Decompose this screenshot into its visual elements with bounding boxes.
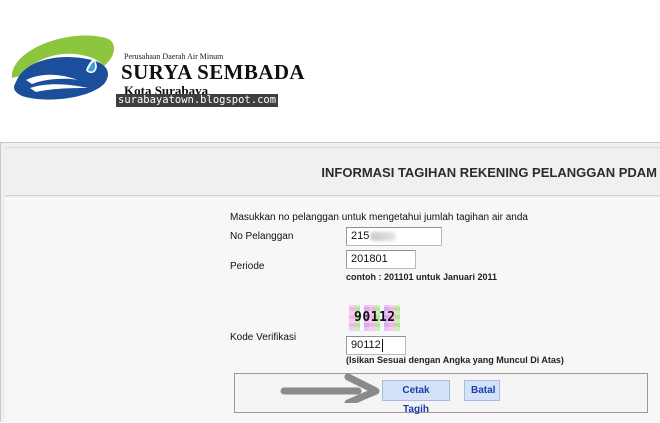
customer-number-value: 215: [351, 230, 370, 242]
water-drop-logo-icon: [11, 35, 115, 100]
blog-watermark: surabayatown.blogspot.com: [116, 94, 279, 107]
text-cursor: [381, 338, 383, 352]
verification-value: 90112: [351, 339, 381, 351]
period-value: 201801: [351, 253, 388, 265]
period-label: Periode: [230, 261, 265, 272]
org-name: SURYA SEMBADA: [121, 60, 305, 84]
cetak-tagih-button[interactable]: Cetak Tagih: [382, 380, 450, 415]
verification-label: Kode Verifikasi: [230, 332, 297, 343]
batal-button[interactable]: Batal: [464, 380, 500, 401]
arrow-right-icon: [280, 373, 380, 403]
customer-number-label: No Pelanggan: [230, 231, 294, 242]
period-hint: contoh : 201101 untuk Januari 2011: [346, 272, 498, 282]
redacted-blur: [370, 231, 397, 241]
page-title: INFORMASI TAGIHAN REKENING PELANGGAN PDA…: [321, 165, 657, 180]
panel-title-bar: INFORMASI TAGIHAN REKENING PELANGGAN PDA…: [5, 147, 660, 196]
period-input[interactable]: 201801: [346, 250, 416, 269]
verification-input[interactable]: 90112: [346, 336, 406, 355]
form-instruction: Masukkan no pelanggan untuk mengetahui j…: [230, 212, 528, 223]
captcha-code: 90112: [354, 310, 396, 325]
verification-hint: (Isikan Sesuai dengan Angka yang Muncul …: [346, 355, 564, 365]
customer-number-input[interactable]: 215: [346, 227, 442, 246]
captcha-image: 90112: [349, 305, 403, 331]
